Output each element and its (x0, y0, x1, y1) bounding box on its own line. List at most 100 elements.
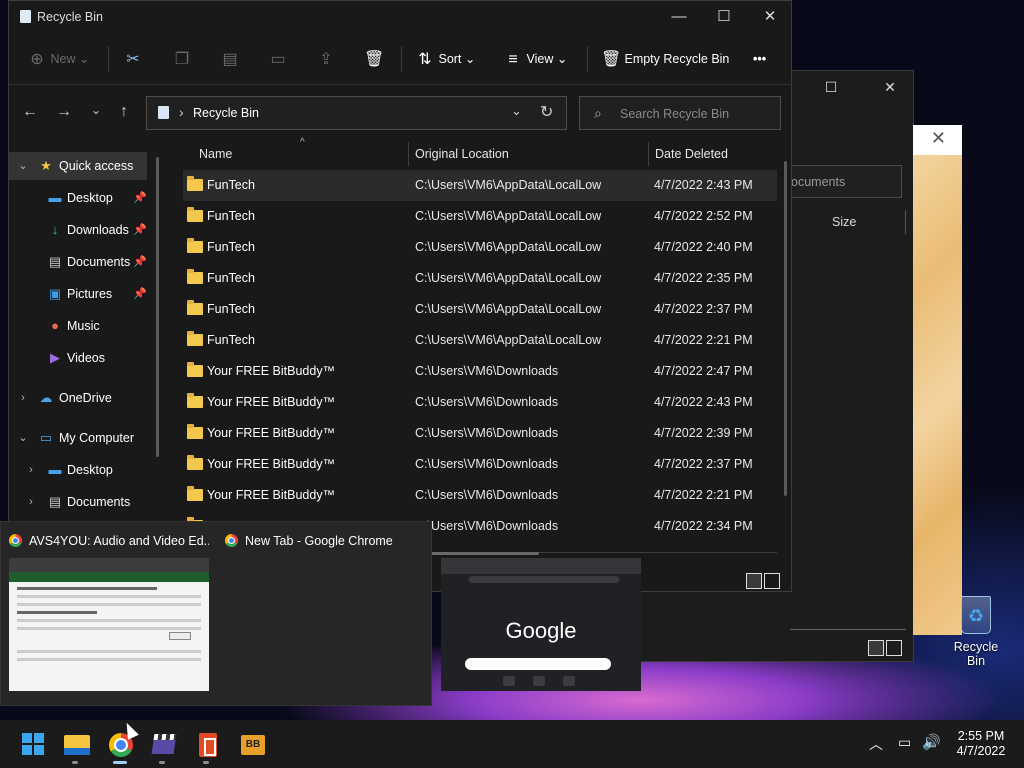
column-name[interactable]: Name (199, 147, 232, 161)
share-button[interactable]: ⇪ (316, 47, 336, 71)
nav-my-computer[interactable]: ⌄ ▭ My Computer (9, 424, 169, 452)
chevron-down-icon[interactable]: ⌄ (17, 424, 29, 452)
empty-recycle-bin-button[interactable]: 🗑 Empty Recycle Bin (601, 47, 729, 71)
date-deleted: 4/7/2022 2:43 PM (654, 178, 753, 192)
folder-icon (187, 455, 203, 470)
column-original-location[interactable]: Original Location (415, 147, 509, 161)
cut-button[interactable]: ✂ (123, 47, 143, 71)
date-deleted: 4/7/2022 2:21 PM (654, 333, 753, 347)
view-button[interactable]: ≡ View ⌄ (503, 47, 567, 71)
nav-scrollbar[interactable] (156, 157, 159, 457)
rename-button[interactable]: ▭ (268, 47, 288, 71)
nav-onedrive[interactable]: › ☁ OneDrive (9, 384, 169, 412)
copy-button[interactable]: ❐ (172, 47, 192, 71)
view-icon: ≡ (508, 50, 518, 68)
volume-icon[interactable]: 🔊 (922, 733, 941, 768)
start-button[interactable] (11, 728, 51, 764)
minimize-button[interactable]: — (664, 6, 694, 28)
chevron-right-icon[interactable]: › (17, 384, 29, 412)
nav-music[interactable]: ● Music (9, 312, 169, 340)
network-icon[interactable]: ▭ (898, 734, 911, 768)
bg-column-size[interactable]: Size (832, 215, 856, 229)
thumbnail-new-tab[interactable]: New Tab - Google Chrome Google (217, 522, 641, 707)
nav-documents[interactable]: ▤ Documents 📌 (9, 248, 169, 276)
search-box[interactable]: ⌕ Search Recycle Bin (579, 96, 781, 130)
nav-desktop[interactable]: ▬ Desktop 📌 (9, 184, 169, 212)
date-deleted: 4/7/2022 2:37 PM (654, 457, 753, 471)
file-row[interactable]: Your FREE BitBuddy™ C:\Users\VM6\Download… (183, 480, 777, 511)
view-toggle[interactable] (746, 573, 784, 593)
search-icon: ⌕ (594, 105, 602, 121)
maximize-button[interactable]: ☐ (709, 6, 739, 28)
nav-pictures[interactable]: ▣ Pictures 📌 (9, 280, 169, 308)
refresh-icon[interactable]: ↻ (540, 102, 553, 122)
folder-icon (187, 362, 203, 377)
date-deleted: 4/7/2022 2:43 PM (654, 395, 753, 409)
date-deleted: 4/7/2022 2:37 PM (654, 302, 753, 316)
column-separator[interactable] (648, 142, 649, 166)
nav-quick-access[interactable]: ⌄ ★ Quick access (9, 152, 147, 180)
file-row[interactable]: FunTech C:\Users\VM6\AppData\LocalLow 4/7/… (183, 232, 777, 263)
bg-maximize-button[interactable]: ☐ (816, 77, 846, 97)
column-date-deleted[interactable]: Date Deleted (655, 147, 728, 161)
popup-close-icon[interactable]: ✕ (913, 125, 962, 155)
windows-logo-icon (22, 733, 44, 755)
paste-button[interactable]: ▤ (220, 47, 240, 71)
pin-icon: 📌 (133, 192, 147, 204)
chrome-icon (225, 534, 238, 547)
address-bar[interactable]: › Recycle Bin ⌄ ↻ (146, 96, 567, 130)
pin-icon: 📌 (133, 224, 147, 236)
taskbar-file-explorer[interactable] (56, 728, 96, 764)
close-button[interactable]: ✕ (755, 6, 785, 28)
nav-label: Pictures (67, 287, 113, 301)
file-row[interactable]: FunTech C:\Users\VM6\AppData\LocalLow 4/7/… (183, 263, 777, 294)
column-header-row: ^ Name Original Location Date Deleted (169, 137, 793, 169)
tiles-view-icon[interactable] (764, 573, 780, 589)
file-row[interactable]: FunTech C:\Users\VM6\AppData\LocalLow 4/7/… (183, 201, 777, 232)
bg-close-button[interactable]: ✕ (875, 77, 905, 97)
taskbar-bitbuddy[interactable]: BB (232, 728, 272, 764)
forward-arrow-icon[interactable]: → (53, 103, 75, 121)
chevron-right-icon[interactable]: › (25, 488, 37, 516)
file-list-scrollbar[interactable] (784, 161, 787, 496)
back-arrow-icon[interactable]: ← (19, 103, 41, 121)
chevron-right-icon[interactable]: › (179, 104, 184, 120)
empty-recycle-bin-label: Empty Recycle Bin (624, 52, 730, 66)
nav-videos[interactable]: ▶ Videos (9, 344, 169, 372)
file-row[interactable]: FunTech C:\Users\VM6\AppData\LocalLow 4/7/… (183, 294, 777, 325)
address-path[interactable]: Recycle Bin (193, 106, 259, 120)
show-hidden-icons-chevron-icon[interactable]: ︿ (869, 734, 883, 768)
search-placeholder[interactable]: Search Recycle Bin (620, 107, 729, 121)
bg-view-toggle[interactable] (868, 640, 906, 660)
taskbar-video-editor[interactable] (143, 728, 183, 764)
taskbar-office[interactable] (187, 728, 227, 764)
nav-computer-desktop[interactable]: › ▬ Desktop (9, 456, 169, 484)
chevron-right-icon[interactable]: › (25, 456, 37, 484)
desktop-recycle-bin[interactable]: ♻ Recycle Bin (944, 596, 1008, 668)
up-arrow-icon[interactable]: ↑ (113, 103, 135, 121)
nav-computer-documents[interactable]: › ▤ Documents (9, 488, 169, 516)
tiles-view-icon[interactable] (886, 640, 902, 656)
address-dropdown-icon[interactable]: ⌄ (511, 103, 522, 119)
file-row[interactable]: FunTech C:\Users\VM6\AppData\LocalLow 4/7/… (183, 170, 777, 201)
bg-search-field[interactable]: ocuments (780, 165, 902, 198)
taskbar-clock[interactable]: 2:55 PM 4/7/2022 (950, 729, 1012, 759)
recycle-bin-icon: ♻ (961, 596, 991, 634)
details-view-icon[interactable] (868, 640, 884, 656)
file-row[interactable]: Your FREE BitBuddy™ C:\Users\VM6\Download… (183, 449, 777, 480)
delete-button[interactable]: 🗑 (364, 47, 384, 71)
column-separator[interactable] (408, 142, 409, 166)
new-button[interactable]: ⊕ New ⌄ (27, 47, 89, 71)
file-row[interactable]: Your FREE BitBuddy™ C:\Users\VM6\Download… (183, 356, 777, 387)
more-options-button[interactable]: ••• (753, 47, 766, 71)
file-row[interactable]: FunTech C:\Users\VM6\AppData\LocalLow 4/7/… (183, 325, 777, 356)
file-row[interactable]: Your FREE BitBuddy™ C:\Users\VM6\Download… (183, 387, 777, 418)
sort-button[interactable]: ⇅ Sort ⌄ (415, 47, 475, 71)
details-view-icon[interactable] (746, 573, 762, 589)
nav-downloads[interactable]: ↓ Downloads 📌 (9, 216, 169, 244)
thumbnail-avs4you[interactable]: AVS4YOU: Audio and Video Ed... (1, 522, 217, 707)
nav-label: Desktop (67, 191, 113, 205)
recent-locations-chevron-icon[interactable]: ⌄ (85, 103, 107, 117)
chevron-down-icon[interactable]: ⌄ (17, 152, 29, 180)
file-row[interactable]: Your FREE BitBuddy™ C:\Users\VM6\Download… (183, 418, 777, 449)
